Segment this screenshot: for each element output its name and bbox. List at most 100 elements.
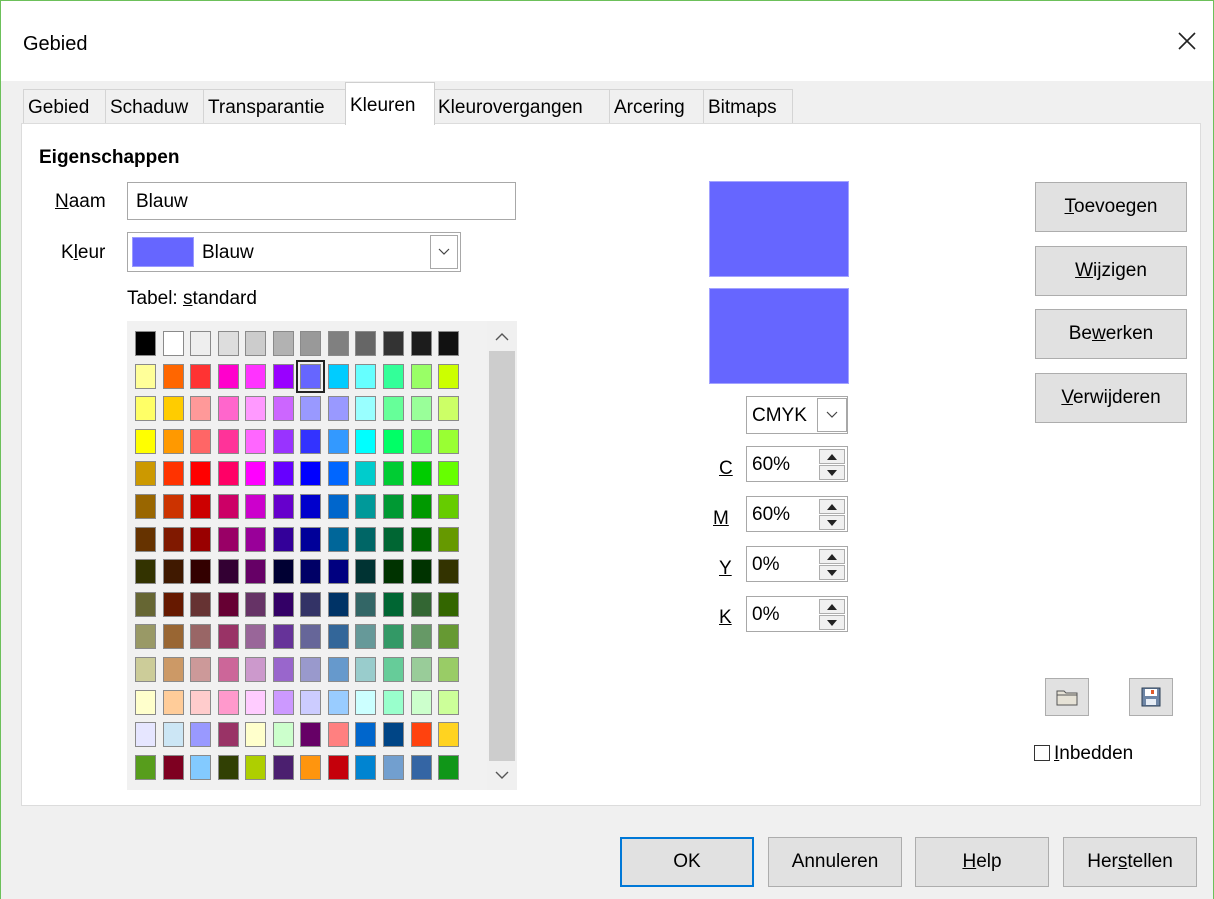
palette-swatch[interactable] <box>410 722 432 748</box>
palette-swatch[interactable] <box>162 526 184 552</box>
palette-swatch[interactable] <box>162 331 184 356</box>
palette-swatch[interactable] <box>300 754 322 780</box>
palette-swatch[interactable] <box>438 396 460 422</box>
cyan-spinner[interactable]: 60% <box>746 446 848 482</box>
tab-shadow[interactable]: Schaduw <box>105 89 205 125</box>
palette-swatch[interactable] <box>382 624 404 650</box>
tab-hatching[interactable]: Arcering <box>609 89 705 125</box>
palette-swatch[interactable] <box>296 359 326 393</box>
palette-swatch[interactable] <box>382 526 404 552</box>
palette-swatch[interactable] <box>162 494 184 519</box>
palette-swatch[interactable] <box>135 461 156 487</box>
palette-swatch[interactable] <box>300 526 322 552</box>
palette-swatch[interactable] <box>135 428 156 454</box>
palette-swatch[interactable] <box>382 396 404 422</box>
palette-swatch[interactable] <box>245 494 267 519</box>
ok-button[interactable]: OK <box>620 837 754 887</box>
palette-swatch[interactable] <box>382 591 404 617</box>
add-button[interactable]: Toevoegen <box>1035 182 1187 232</box>
palette-swatch[interactable] <box>190 494 212 519</box>
palette-swatch[interactable] <box>245 396 267 422</box>
palette-swatch[interactable] <box>245 624 267 650</box>
cyan-increment-button[interactable] <box>819 449 845 464</box>
palette-swatch[interactable] <box>217 331 239 356</box>
palette-swatch[interactable] <box>410 461 432 487</box>
palette-swatch[interactable] <box>327 722 349 748</box>
open-palette-button[interactable] <box>1045 678 1089 716</box>
palette-swatch[interactable] <box>327 591 349 617</box>
palette-swatch[interactable] <box>272 494 294 519</box>
palette-swatch[interactable] <box>410 657 432 682</box>
palette-swatch[interactable] <box>382 754 404 780</box>
palette-swatch[interactable] <box>355 591 377 617</box>
palette-swatch[interactable] <box>410 494 432 519</box>
palette-swatch[interactable] <box>135 657 156 682</box>
palette-swatch[interactable] <box>245 461 267 487</box>
palette-swatch[interactable] <box>382 331 404 356</box>
palette-swatch[interactable] <box>245 526 267 552</box>
modify-button[interactable]: Wijzigen <box>1035 246 1187 296</box>
palette-swatch[interactable] <box>327 396 349 422</box>
palette-swatch[interactable] <box>300 461 322 487</box>
palette-swatch[interactable] <box>135 396 156 422</box>
palette-swatch[interactable] <box>245 591 267 617</box>
palette-swatch[interactable] <box>217 526 239 552</box>
palette-swatch[interactable] <box>355 461 377 487</box>
palette-swatch[interactable] <box>217 689 239 715</box>
yellow-decrement-button[interactable] <box>819 565 845 580</box>
palette-swatch[interactable] <box>135 526 156 552</box>
palette-swatch[interactable] <box>217 657 239 682</box>
palette-swatch[interactable] <box>135 591 156 617</box>
palette-swatch[interactable] <box>300 494 322 519</box>
palette-swatch[interactable] <box>382 461 404 487</box>
color-model-select[interactable]: CMYK <box>746 396 848 434</box>
name-field[interactable]: Blauw <box>127 182 516 220</box>
palette-swatch[interactable] <box>327 559 349 585</box>
tab-transparency[interactable]: Transparantie <box>203 89 347 125</box>
palette-swatch[interactable] <box>272 689 294 715</box>
palette-swatch[interactable] <box>135 754 156 780</box>
palette-swatch[interactable] <box>135 363 156 389</box>
palette-swatch[interactable] <box>355 754 377 780</box>
palette-swatch[interactable] <box>135 624 156 650</box>
palette-swatch[interactable] <box>327 624 349 650</box>
palette-swatch[interactable] <box>327 331 349 356</box>
help-button[interactable]: Help <box>915 837 1049 887</box>
magenta-increment-button[interactable] <box>819 499 845 514</box>
palette-swatch[interactable] <box>217 754 239 780</box>
palette-swatch[interactable] <box>382 494 404 519</box>
tab-gradients[interactable]: Kleurovergangen <box>433 89 611 125</box>
palette-swatch[interactable] <box>272 559 294 585</box>
embed-checkbox[interactable] <box>1034 745 1050 761</box>
palette-swatch[interactable] <box>410 754 432 780</box>
palette-swatch[interactable] <box>410 428 432 454</box>
palette-swatch[interactable] <box>355 428 377 454</box>
palette-swatch[interactable] <box>217 461 239 487</box>
palette-swatch[interactable] <box>327 657 349 682</box>
palette-swatch[interactable] <box>410 624 432 650</box>
palette-swatch[interactable] <box>162 689 184 715</box>
palette-swatch[interactable] <box>382 559 404 585</box>
palette-swatch[interactable] <box>162 624 184 650</box>
palette-swatch[interactable] <box>327 689 349 715</box>
delete-button[interactable]: Verwijderen <box>1035 373 1187 423</box>
magenta-decrement-button[interactable] <box>819 515 845 530</box>
save-palette-button[interactable] <box>1129 678 1173 716</box>
palette-swatch[interactable] <box>245 754 267 780</box>
palette-swatch[interactable] <box>382 428 404 454</box>
color-palette[interactable] <box>127 321 489 790</box>
palette-swatch[interactable] <box>245 331 267 356</box>
palette-swatch[interactable] <box>272 363 294 389</box>
palette-swatch[interactable] <box>410 396 432 422</box>
palette-swatch[interactable] <box>300 591 322 617</box>
palette-swatch[interactable] <box>135 722 156 748</box>
palette-swatch[interactable] <box>382 657 404 682</box>
palette-swatch[interactable] <box>135 331 156 356</box>
palette-swatch[interactable] <box>355 331 377 356</box>
palette-swatch[interactable] <box>162 461 184 487</box>
color-select[interactable]: Blauw <box>127 232 461 272</box>
scroll-up-button[interactable] <box>487 321 517 351</box>
palette-swatch[interactable] <box>162 363 184 389</box>
palette-swatch[interactable] <box>190 624 212 650</box>
palette-swatch[interactable] <box>327 494 349 519</box>
